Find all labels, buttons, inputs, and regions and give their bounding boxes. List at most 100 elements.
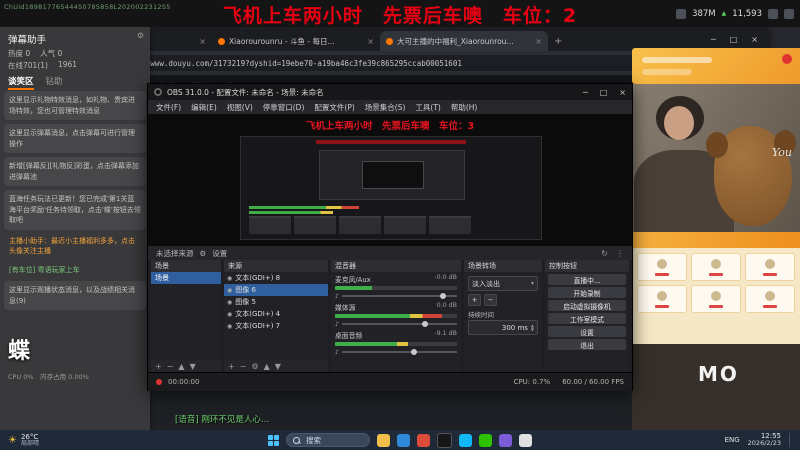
slider-knob[interactable] (439, 293, 446, 299)
virtual-camera-button[interactable]: 启动虚拟摄像机 (548, 300, 626, 311)
gift-item[interactable] (691, 253, 741, 281)
show-desktop-button[interactable] (789, 433, 792, 447)
visibility-eye-icon[interactable]: ◉ (227, 299, 232, 306)
volume-slider[interactable]: ♪ (335, 292, 457, 300)
gift-item[interactable] (637, 253, 687, 281)
menu-profile[interactable]: 配置文件(P) (314, 102, 354, 113)
source-properties-gear-icon[interactable]: ⚙ (200, 249, 207, 258)
taskbar-app-obs-studio[interactable] (437, 432, 452, 448)
taskbar-app-game-launcher[interactable] (499, 433, 512, 447)
taskbar-app-qq[interactable] (459, 433, 472, 447)
gift-item[interactable] (745, 285, 795, 313)
add-source-icon[interactable]: + (228, 362, 235, 371)
spinner-arrows[interactable]: ▲ ▼ (531, 323, 534, 332)
speaker-icon[interactable]: ♪ (335, 349, 339, 356)
gift-item[interactable] (637, 285, 687, 313)
source-item[interactable]: ◉ 图像 5 (224, 296, 328, 308)
obs-preview-canvas[interactable]: 飞机上车两小时 先票后车噢 车位：3 (148, 114, 632, 246)
spin-down-icon[interactable]: ▼ (531, 327, 534, 332)
address-bar[interactable]: ☆ (92, 55, 724, 71)
visibility-eye-icon[interactable]: ◉ (227, 275, 232, 282)
browser-close-button[interactable]: × (751, 35, 758, 44)
obs-minimize-button[interactable]: ─ (583, 88, 588, 97)
start-recording-button[interactable]: 开始录制 (548, 287, 626, 298)
settings-button[interactable]: 设置 (548, 326, 626, 337)
tab-close-icon[interactable]: × (535, 37, 542, 46)
menu-tools[interactable]: 工具(T) (415, 102, 440, 113)
undo-icon[interactable]: ↻ (601, 249, 608, 258)
promo-banner[interactable] (632, 48, 800, 84)
tab-close-icon[interactable]: × (367, 37, 374, 46)
task-notice-message: 蓝海任务玩法已更新！您已完成'第1关蓝海平台奖励'任务待领取，点击'蝶'按钮去领… (4, 190, 146, 230)
slider-knob[interactable] (422, 321, 429, 327)
speaker-icon[interactable]: ♪ (335, 321, 339, 328)
taskbar-app-wechat[interactable] (479, 433, 492, 447)
source-item-selected[interactable]: ◉ 图像 6 (224, 284, 328, 296)
source-down-icon[interactable]: ▼ (275, 362, 281, 371)
scene-down-icon[interactable]: ▼ (190, 362, 196, 371)
more-icon[interactable]: ⋮ (616, 249, 624, 258)
scene-up-icon[interactable]: ▲ (178, 362, 184, 371)
online-stat: 在线701(1) (8, 61, 48, 70)
start-button[interactable] (268, 434, 279, 446)
trend-up-icon: ▲ (721, 10, 727, 17)
menu-edit[interactable]: 编辑(E) (191, 102, 217, 113)
taskbar-app-notes[interactable] (519, 433, 532, 447)
taskbar-app-chrome-browser[interactable] (417, 433, 430, 447)
taskbar-search[interactable] (286, 433, 370, 447)
gift-item[interactable] (691, 285, 741, 313)
search-input[interactable] (304, 434, 358, 446)
browser-tab-douyu-room[interactable]: 大可主播的中福利_Xiaorounrou... × (380, 31, 548, 51)
source-item[interactable]: ◉ 文本(GDI+) 7 (224, 320, 328, 332)
slider-knob[interactable] (410, 349, 417, 355)
menu-file[interactable]: 文件(F) (156, 102, 181, 113)
obs-titlebar[interactable]: OBS 31.0.0 - 配置文件: 未命名 - 场景: 未命名 ─ □ × (148, 84, 632, 100)
tab-assist[interactable]: 钻助 (46, 75, 63, 90)
add-transition-button[interactable]: + (468, 294, 481, 306)
source-settings-label[interactable]: 设置 (212, 248, 227, 259)
browser-minimize-button[interactable]: ─ (711, 35, 716, 44)
visibility-eye-icon[interactable]: ◉ (227, 287, 232, 294)
transition-type-select[interactable]: 淡入淡出 ▾ (468, 276, 538, 291)
language-indicator[interactable]: ENG (725, 436, 740, 444)
obs-close-button[interactable]: × (619, 88, 626, 97)
source-item[interactable]: ◉ 文本(GDI+) 8 (224, 272, 328, 284)
butterfly-task-button[interactable]: 蝶 (8, 333, 30, 365)
source-item[interactable]: ◉ 文本(GDI+) 4 (224, 308, 328, 320)
menu-docks[interactable]: 停靠窗口(D) (263, 102, 305, 113)
menu-scene-collection[interactable]: 场景集合(S) (365, 102, 406, 113)
visibility-eye-icon[interactable]: ◉ (227, 323, 232, 330)
add-scene-icon[interactable]: + (155, 362, 162, 371)
source-up-icon[interactable]: ▲ (264, 362, 270, 371)
speaker-icon[interactable]: ♪ (335, 293, 339, 300)
streaming-live-button[interactable]: 直播中... (548, 274, 626, 285)
gift-item[interactable] (745, 253, 795, 281)
url-input[interactable] (112, 57, 703, 69)
volume-slider[interactable]: ♪ (335, 348, 457, 356)
scene-item-selected[interactable]: 场景 (151, 272, 221, 284)
tab-close-icon[interactable]: × (199, 37, 206, 46)
browser-tab-douyu-home[interactable]: Xiaorourounru - 斗鱼 - 每日... × (212, 31, 380, 51)
remove-scene-icon[interactable]: − (167, 362, 174, 371)
visibility-eye-icon[interactable]: ◉ (227, 311, 232, 318)
volume-slider[interactable]: ♪ (335, 320, 457, 328)
new-tab-button[interactable]: + (554, 36, 562, 47)
taskbar-app-file-explorer[interactable] (377, 433, 390, 447)
exit-button[interactable]: 退出 (548, 339, 626, 350)
source-properties-icon[interactable]: ⚙ (251, 362, 258, 371)
transitions-body: 淡入淡出 ▾ + − 持续时间 300 ms ▲ ▼ (464, 272, 542, 372)
tab-chat[interactable]: 谈笑区 (8, 75, 34, 90)
browser-maximize-button[interactable]: □ (730, 35, 738, 44)
weather-widget[interactable]: ☀ 26°C 局部晴 (0, 433, 47, 448)
duration-spinner[interactable]: 300 ms ▲ ▼ (468, 320, 538, 335)
taskbar-app-edge-browser[interactable] (397, 433, 410, 447)
remove-source-icon[interactable]: − (240, 362, 247, 371)
remove-transition-button[interactable]: − (484, 294, 497, 306)
danmu-settings-icon[interactable]: ⚙ (137, 31, 144, 40)
taskbar-clock[interactable]: 12:55 2026/2/23 (748, 432, 781, 448)
transition-add-remove: + − (468, 294, 538, 306)
obs-maximize-button[interactable]: □ (600, 88, 608, 97)
menu-view[interactable]: 视图(V) (227, 102, 253, 113)
studio-mode-button[interactable]: 工作室模式 (548, 313, 626, 324)
menu-help[interactable]: 帮助(H) (451, 102, 478, 113)
